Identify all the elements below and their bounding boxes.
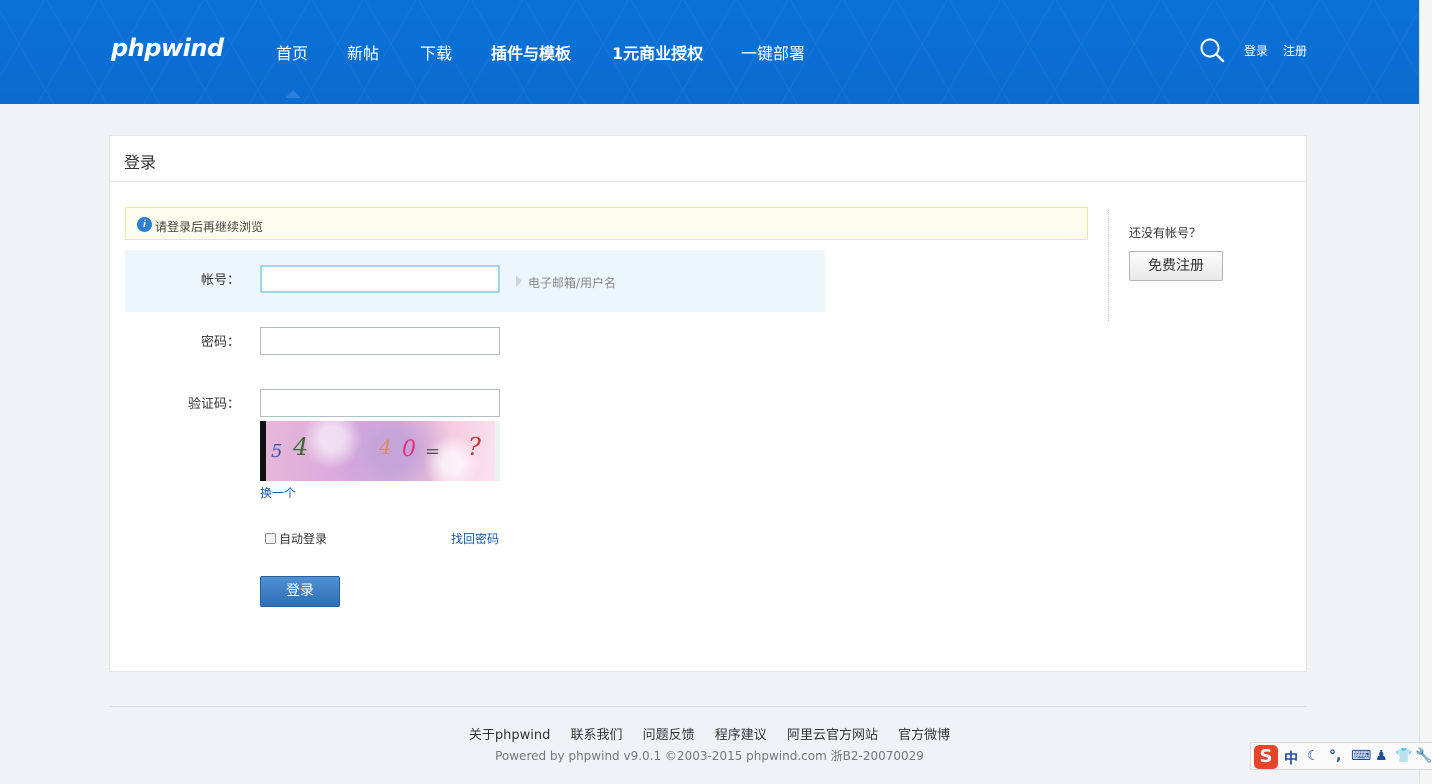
login-submit-button[interactable]: 登录 xyxy=(260,576,340,607)
ime-mode-chinese[interactable]: 中 xyxy=(1284,748,1298,768)
login-notice: i 请登录后再继续浏览 xyxy=(125,207,1088,240)
footer-link-about[interactable]: 关于phpwind xyxy=(469,728,550,743)
skin-shirt-icon[interactable]: 👕 xyxy=(1395,748,1412,764)
nav-download[interactable]: 下载 xyxy=(420,40,452,64)
auto-login-checkbox[interactable] xyxy=(265,533,276,544)
punctuation-icon[interactable]: °, xyxy=(1329,748,1341,764)
captcha-char: ? xyxy=(468,433,481,461)
captcha-edge-left xyxy=(260,421,266,481)
notice-text: 请登录后再继续浏览 xyxy=(155,220,264,234)
active-nav-caret xyxy=(285,90,301,98)
captcha-char: 4 xyxy=(293,433,309,461)
powered-by-text: Powered by phpwind v9.0.1 ©2003-2015 php… xyxy=(495,749,924,763)
header-register-link[interactable]: 注册 xyxy=(1283,42,1307,59)
page-scrollbar[interactable] xyxy=(1419,0,1432,784)
top-header: phpwind 首页 新帖 下载 插件与模板 1元商业授权 一键部署 登录 注册 xyxy=(0,0,1419,104)
captcha-label: 验证码： xyxy=(187,397,240,412)
hint-arrow-icon xyxy=(516,275,522,287)
user-icon[interactable]: ♟ xyxy=(1375,748,1388,764)
sogou-ime-icon[interactable]: S xyxy=(1254,745,1278,769)
auto-login-label[interactable]: 自动登录 xyxy=(279,530,327,547)
side-divider xyxy=(1108,209,1109,321)
captcha-char: = xyxy=(425,441,441,462)
footer-link-weibo[interactable]: 官方微博 xyxy=(898,728,950,743)
info-icon: i xyxy=(137,217,152,232)
search-icon[interactable] xyxy=(1199,37,1225,63)
phpwind-logo[interactable]: phpwind xyxy=(111,34,224,62)
footer-link-feedback[interactable]: 问题反馈 xyxy=(643,728,695,743)
footer-divider xyxy=(109,706,1307,707)
nav-home[interactable]: 首页 xyxy=(276,40,308,64)
account-hint: 电子邮箱/用户名 xyxy=(528,276,617,290)
captcha-char: 5 xyxy=(271,441,283,462)
captcha-char: 0 xyxy=(402,437,416,462)
login-panel: 登录 i 请登录后再继续浏览 帐号： 电子邮箱/用户名 密码： 验证码： 5 4… xyxy=(109,135,1307,672)
nav-one-click-deploy[interactable]: 一键部署 xyxy=(741,40,805,64)
captcha-input[interactable] xyxy=(260,389,500,417)
password-input[interactable] xyxy=(260,327,500,355)
footer-links: 关于phpwind 联系我们 问题反馈 程序建议 阿里云官方网站 官方微博 xyxy=(0,724,1419,743)
nav-plugins-templates[interactable]: 插件与模板 xyxy=(491,40,571,64)
change-captcha-link[interactable]: 换一个 xyxy=(260,484,296,501)
account-label: 帐号： xyxy=(200,273,240,288)
free-register-button[interactable]: 免费注册 xyxy=(1129,251,1223,281)
forgot-password-link[interactable]: 找回密码 xyxy=(451,530,499,547)
page-title: 登录 xyxy=(110,136,1306,182)
no-account-text: 还没有帐号？ xyxy=(1129,226,1202,240)
password-label: 密码： xyxy=(200,335,240,350)
nav-new-posts[interactable]: 新帖 xyxy=(347,40,379,64)
account-input[interactable] xyxy=(260,265,500,293)
moon-icon[interactable]: ☾ xyxy=(1307,748,1320,764)
captcha-char: 4 xyxy=(379,435,392,459)
ime-toolbar[interactable]: S 中 ☾ °, ⌨ ♟ 👕 🔧 xyxy=(1250,742,1432,770)
wrench-icon[interactable]: 🔧 xyxy=(1415,748,1432,764)
captcha-edge-right xyxy=(495,421,500,481)
footer-link-aliyun[interactable]: 阿里云官方网站 xyxy=(787,728,878,743)
footer-link-contact[interactable]: 联系我们 xyxy=(570,728,622,743)
keyboard-icon[interactable]: ⌨ xyxy=(1351,748,1371,764)
nav-commercial-license[interactable]: 1元商业授权 xyxy=(612,40,703,64)
header-login-link[interactable]: 登录 xyxy=(1244,42,1268,59)
footer-link-suggestion[interactable]: 程序建议 xyxy=(715,728,767,743)
captcha-image[interactable]: 5 4 4 0 = ? xyxy=(260,421,500,481)
